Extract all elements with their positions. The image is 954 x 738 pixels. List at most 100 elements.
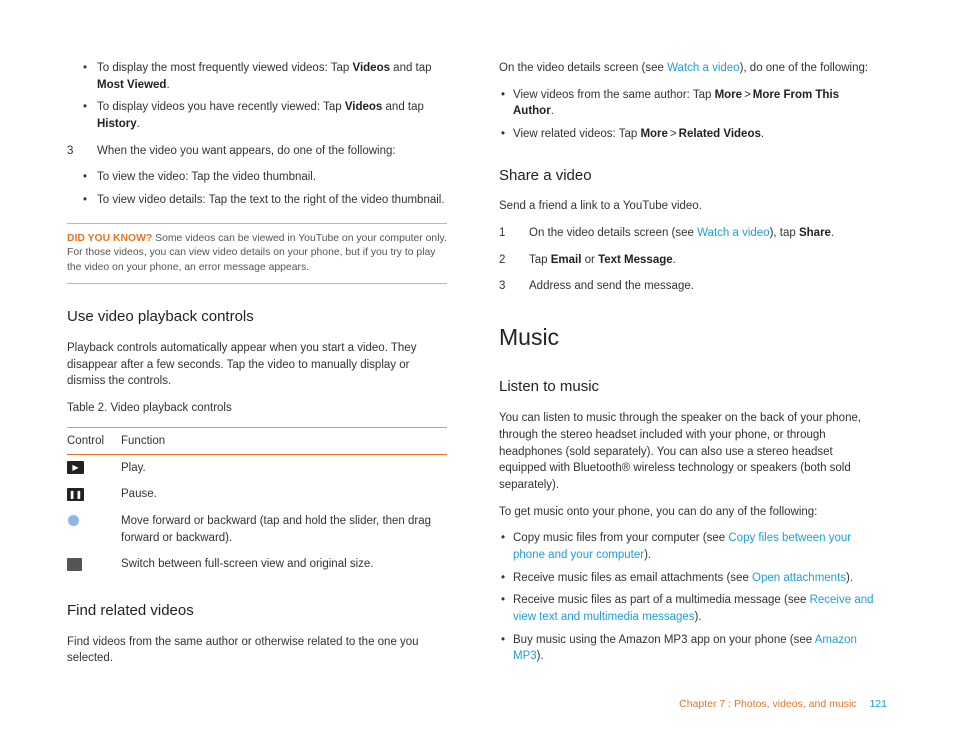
bold-text: Videos (352, 62, 390, 74)
slider-icon (67, 514, 80, 527)
bold-text: Most Viewed (97, 79, 166, 91)
cell: Move forward or backward (tap and hold t… (121, 508, 447, 551)
step-number: 1 (499, 225, 509, 242)
heading-find-related: Find related videos (67, 600, 447, 622)
text: ). (537, 650, 544, 662)
fullscreen-icon (67, 558, 82, 571)
col-header-control: Control (67, 427, 121, 454)
text: To display videos you have recently view… (97, 101, 345, 113)
list-item: To display the most frequently viewed vi… (97, 60, 447, 93)
heading-playback-controls: Use video playback controls (67, 306, 447, 328)
table-row: Switch between full-screen view and orig… (67, 551, 447, 578)
text: To display the most frequently viewed vi… (97, 62, 352, 74)
left-column: To display the most frequently viewed vi… (67, 60, 447, 677)
paragraph: Playback controls automatically appear w… (67, 340, 447, 390)
paragraph: On the video details screen (see Watch a… (499, 60, 879, 77)
text: Tap (529, 254, 551, 266)
bold-text: Email (551, 254, 582, 266)
text: ). (695, 611, 702, 623)
link-open-attachments[interactable]: Open attachments (752, 572, 846, 584)
cell: Play. (121, 454, 447, 481)
text: View videos from the same author: Tap (513, 89, 715, 101)
bold-text: Share (799, 227, 831, 239)
intro-bullet-list: To display the most frequently viewed vi… (67, 60, 447, 133)
step-body: When the video you want appears, do one … (97, 143, 447, 160)
list-item: Buy music using the Amazon MP3 app on yo… (513, 632, 879, 665)
list-item: Receive music files as part of a multime… (513, 592, 879, 625)
text: Receive music files as part of a multime… (513, 594, 810, 606)
paragraph: Send a friend a link to a YouTube video. (499, 198, 879, 215)
list-item: Receive music files as email attachments… (513, 570, 879, 587)
heading-music: Music (499, 321, 879, 354)
text: . (166, 79, 169, 91)
heading-listen-music: Listen to music (499, 376, 879, 398)
page-number: 121 (869, 698, 887, 710)
bold-text: Text Message (598, 254, 673, 266)
table-caption: Table 2. Video playback controls (67, 400, 447, 417)
text: . (761, 128, 764, 140)
page-footer: Chapter 7 : Photos, videos, and music 12… (679, 698, 887, 710)
link-watch-video[interactable]: Watch a video (697, 227, 769, 239)
text: ), tap (770, 227, 799, 239)
step-3: 3 When the video you want appears, do on… (67, 143, 447, 160)
text: > (670, 128, 677, 140)
callout-lead: DID YOU KNOW? (67, 233, 152, 244)
step-body: Address and send the message. (529, 278, 879, 295)
text: . (137, 118, 140, 130)
bold-text: History (97, 118, 137, 130)
step-number: 3 (67, 143, 77, 160)
text: View related videos: Tap (513, 128, 640, 140)
text: On the video details screen (see (499, 62, 667, 74)
bold-text: Related Videos (679, 128, 761, 140)
text: Buy music using the Amazon MP3 app on yo… (513, 634, 815, 646)
table-row: ▶ Play. (67, 454, 447, 481)
step-number: 3 (499, 278, 509, 295)
music-bullet-list: Copy music files from your computer (see… (499, 530, 879, 665)
list-item: View videos from the same author: Tap Mo… (513, 87, 879, 120)
table-row: ❚❚ Pause. (67, 481, 447, 508)
paragraph: Find videos from the same author or othe… (67, 634, 447, 667)
col-header-function: Function (121, 427, 447, 454)
text: ). (644, 549, 651, 561)
list-item: To view the video: Tap the video thumbna… (97, 169, 447, 186)
link-watch-video[interactable]: Watch a video (667, 62, 739, 74)
text: ). (846, 572, 853, 584)
text: . (673, 254, 676, 266)
cell: Pause. (121, 481, 447, 508)
text: . (551, 105, 554, 117)
text: . (831, 227, 834, 239)
text: ), do one of the following: (740, 62, 869, 74)
heading-share-video: Share a video (499, 165, 879, 187)
cell: Switch between full-screen view and orig… (121, 551, 447, 578)
list-item: To display videos you have recently view… (97, 99, 447, 132)
text: Copy music files from your computer (see (513, 532, 728, 544)
play-icon: ▶ (67, 461, 84, 474)
text: > (744, 89, 751, 101)
text: and tap (382, 101, 424, 113)
bold-text: More (640, 128, 667, 140)
table-row: Move forward or backward (tap and hold t… (67, 508, 447, 551)
step-body: Tap Email or Text Message. (529, 252, 879, 269)
text: On the video details screen (see (529, 227, 697, 239)
step3-sublist: To view the video: Tap the video thumbna… (67, 169, 447, 208)
chapter-label: Chapter 7 : Photos, videos, and music (679, 698, 856, 710)
list-item: View related videos: Tap More>Related Vi… (513, 126, 879, 143)
list-item: To view video details: Tap the text to t… (97, 192, 447, 209)
text: Receive music files as email attachments… (513, 572, 752, 584)
playback-controls-table: Control Function ▶ Play. ❚❚ Pause. Move … (67, 427, 447, 578)
step-body: On the video details screen (see Watch a… (529, 225, 879, 242)
text: or (581, 254, 598, 266)
bold-text: More (715, 89, 742, 101)
text: and tap (390, 62, 432, 74)
did-you-know-callout: DID YOU KNOW? Some videos can be viewed … (67, 223, 447, 285)
details-bullet-list: View videos from the same author: Tap Mo… (499, 87, 879, 143)
page-body: To display the most frequently viewed vi… (0, 0, 954, 677)
list-item: Copy music files from your computer (see… (513, 530, 879, 563)
step-number: 2 (499, 252, 509, 269)
pause-icon: ❚❚ (67, 488, 84, 501)
bold-text: Videos (345, 101, 383, 113)
paragraph: To get music onto your phone, you can do… (499, 504, 879, 521)
share-step-2: 2 Tap Email or Text Message. (499, 252, 879, 269)
share-step-3: 3 Address and send the message. (499, 278, 879, 295)
share-step-1: 1 On the video details screen (see Watch… (499, 225, 879, 242)
